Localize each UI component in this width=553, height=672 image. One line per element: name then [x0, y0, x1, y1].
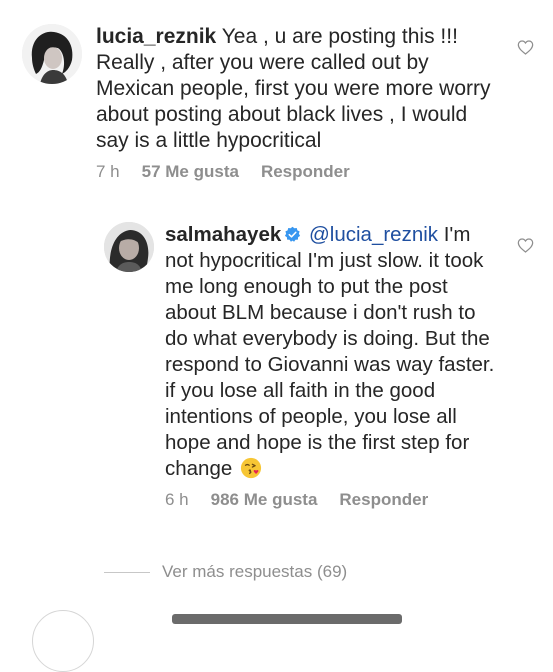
- avatar-image: [104, 222, 154, 272]
- comment-username[interactable]: lucia_reznik: [96, 25, 216, 48]
- reply-content: I'm not hypocritical I'm just slow. it t…: [165, 223, 495, 480]
- reply-time: 6 h: [165, 490, 189, 509]
- next-comment-partial: [22, 610, 542, 672]
- comment-time: 7 h: [96, 162, 120, 181]
- view-more-label[interactable]: Ver más respuestas (69): [162, 562, 347, 582]
- reply-button[interactable]: Responder: [261, 162, 350, 182]
- heart-icon[interactable]: [517, 40, 534, 55]
- avatar[interactable]: [104, 222, 154, 272]
- reply-username[interactable]: salmahayek: [165, 223, 281, 246]
- kiss-emoji-icon: [240, 457, 262, 479]
- verified-badge-icon: [285, 226, 301, 242]
- mention-link[interactable]: @lucia_reznik: [309, 223, 438, 246]
- reply-comment: salmahayek @lucia_reznik I'm not hypocri…: [104, 222, 534, 510]
- reply-meta: 6 h 986 Me gusta Responder: [165, 490, 502, 510]
- view-more-replies[interactable]: Ver más respuestas (69): [104, 562, 347, 582]
- reply-body: salmahayek @lucia_reznik I'm not hypocri…: [154, 222, 534, 510]
- heart-icon[interactable]: [517, 238, 534, 253]
- comment-text: lucia_reznik Yea , u are posting this !!…: [96, 24, 502, 154]
- avatar[interactable]: [32, 610, 94, 672]
- comment-likes[interactable]: 57 Me gusta: [142, 162, 239, 182]
- reply-text: salmahayek @lucia_reznik I'm not hypocri…: [165, 222, 502, 482]
- avatar[interactable]: [22, 24, 82, 84]
- comment: lucia_reznik Yea , u are posting this !!…: [22, 24, 534, 182]
- comment-body: lucia_reznik Yea , u are posting this !!…: [82, 24, 534, 182]
- reply-button[interactable]: Responder: [339, 490, 428, 510]
- avatar-image: [22, 24, 82, 84]
- reply-likes[interactable]: 986 Me gusta: [211, 490, 318, 510]
- divider: [104, 571, 150, 573]
- comment-meta: 7 h 57 Me gusta Responder: [96, 162, 502, 182]
- cut-off-text: [172, 614, 402, 624]
